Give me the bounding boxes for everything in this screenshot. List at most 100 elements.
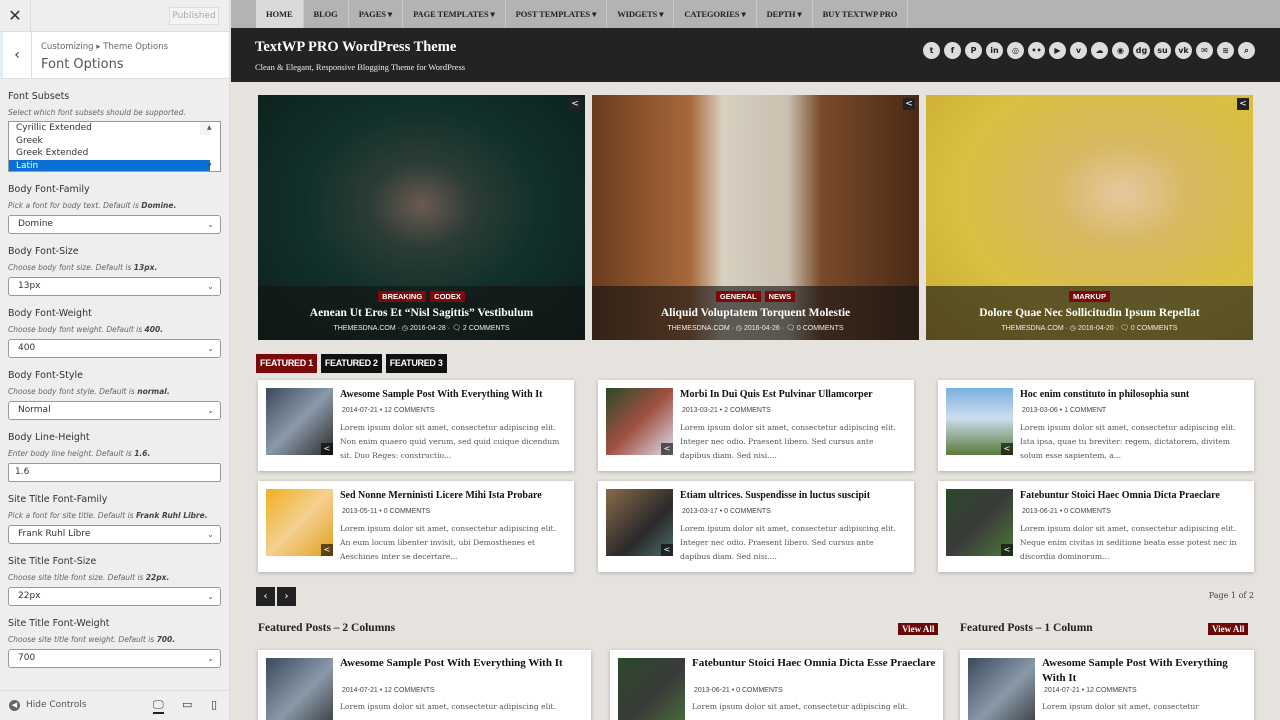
post-title[interactable]: Awesome Sample Post With Everything With…: [340, 389, 568, 400]
soundcloud-icon[interactable]: ☁: [1091, 41, 1108, 59]
nav-item[interactable]: WIDGETS ▾: [607, 0, 675, 28]
tab-featured-2[interactable]: FEATURED 2: [320, 354, 382, 373]
vimeo-icon[interactable]: v: [1070, 41, 1087, 59]
author[interactable]: THEMESDNA.COM: [333, 325, 395, 332]
close-icon[interactable]: ✕: [0, 0, 31, 32]
share-icon[interactable]: <: [321, 443, 333, 455]
post-title[interactable]: Awesome Sample Post With Everything With…: [1042, 656, 1248, 686]
tablet-preview-icon[interactable]: ▭: [182, 698, 192, 711]
post-title[interactable]: Etiam ultrices. Suspendisse in luctus su…: [680, 490, 908, 501]
github-icon[interactable]: ◉: [1112, 41, 1129, 59]
nav-item[interactable]: CATEGORIES ▾: [674, 0, 757, 28]
share-icon[interactable]: <: [661, 544, 673, 556]
post-comments[interactable]: 2 COMMENTS: [724, 407, 771, 414]
pinterest-icon[interactable]: P: [965, 41, 982, 59]
post-comments[interactable]: 12 COMMENTS: [384, 687, 435, 694]
post-title[interactable]: Sed Nonne Merninisti Licere Mihi Ista Pr…: [340, 490, 568, 501]
post-thumbnail[interactable]: <: [968, 658, 1035, 720]
nav-item[interactable]: POST TEMPLATES ▾: [506, 0, 608, 28]
post-comments[interactable]: 0 COMMENTS: [384, 508, 431, 515]
category-badge[interactable]: MARKUP: [1069, 291, 1110, 302]
mobile-preview-icon[interactable]: ▯: [211, 698, 217, 711]
site-title[interactable]: TextWP PRO WordPress Theme: [255, 38, 465, 56]
listbox-scrollbar[interactable]: ▲ ▼: [200, 122, 212, 169]
youtube-icon[interactable]: ▶: [1049, 41, 1066, 59]
share-icon[interactable]: <: [569, 98, 581, 110]
share-icon[interactable]: <: [1001, 443, 1013, 455]
post-thumbnail[interactable]: <: [606, 388, 673, 455]
slide-title[interactable]: Dolore Quae Nec Sollicitudin Ipsum Repel…: [926, 307, 1253, 319]
share-icon[interactable]: <: [1237, 98, 1249, 110]
nav-item[interactable]: DEPTH ▾: [757, 0, 813, 28]
vk-icon[interactable]: vk: [1175, 41, 1192, 59]
post-thumbnail[interactable]: <: [618, 658, 685, 720]
nav-item[interactable]: PAGES ▾: [349, 0, 404, 28]
post-title[interactable]: Awesome Sample Post With Everything With…: [340, 656, 585, 671]
category-badge[interactable]: BREAKING: [378, 291, 427, 302]
post-comments[interactable]: 0 COMMENTS: [1064, 508, 1111, 515]
post-thumbnail[interactable]: <: [266, 658, 333, 720]
listbox-option-selected[interactable]: Latin: [9, 160, 210, 171]
font-select[interactable]: Frank Ruhl Libre ⌄: [8, 525, 221, 544]
font-select[interactable]: Normal ⌄: [8, 401, 221, 420]
post-thumbnail[interactable]: <: [946, 388, 1013, 455]
nav-item[interactable]: PAGE TEMPLATES ▾: [403, 0, 506, 28]
published-button[interactable]: Published: [169, 7, 219, 25]
listbox-option[interactable]: Greek Extended: [9, 147, 210, 160]
stumbleupon-icon[interactable]: su: [1154, 41, 1171, 59]
font-select[interactable]: 700 ⌄: [8, 649, 221, 668]
prev-button[interactable]: ‹: [256, 587, 275, 606]
category-badge[interactable]: GENERAL: [715, 291, 761, 302]
line-height-input[interactable]: 1.6: [8, 463, 221, 482]
slide[interactable]: < MARKUP Dolore Quae Nec Sollicitudin Ipsu…: [926, 95, 1253, 340]
tab-featured-1[interactable]: FEATURED 1: [256, 354, 317, 373]
post-title[interactable]: Fatebuntur Stoici Haec Omnia Dicta Esse …: [692, 656, 937, 671]
comments[interactable]: 0 COMMENTS: [797, 325, 844, 332]
slide-title[interactable]: Aenean Ut Eros Et “Nisl Sagittis” Vestib…: [258, 307, 585, 319]
listbox-option[interactable]: Cyrillic Extended: [9, 122, 210, 135]
email-icon[interactable]: ✉: [1196, 41, 1213, 59]
digg-icon[interactable]: dg: [1133, 41, 1150, 59]
comments[interactable]: 0 COMMENTS: [1131, 325, 1178, 332]
twitter-icon[interactable]: t: [923, 41, 940, 59]
share-icon[interactable]: <: [321, 544, 333, 556]
share-icon[interactable]: <: [661, 443, 673, 455]
post-comments[interactable]: 12 COMMENTS: [384, 407, 435, 414]
post-thumbnail[interactable]: <: [606, 489, 673, 556]
next-button[interactable]: ›: [277, 587, 296, 606]
nav-item[interactable]: BLOG: [304, 0, 349, 28]
slide[interactable]: < BREAKING CODEX Aenean Ut Eros Et “Nisl Sa…: [258, 95, 585, 340]
view-all-button[interactable]: View All: [1208, 623, 1249, 635]
tab-featured-3[interactable]: FEATURED 3: [385, 354, 447, 373]
font-subsets-listbox[interactable]: Cyrillic Extended Greek Greek Extended L…: [8, 121, 221, 172]
post-comments[interactable]: 0 COMMENTS: [736, 687, 783, 694]
post-title[interactable]: Fatebuntur Stoici Haec Omnia Dicta Praec…: [1020, 490, 1248, 501]
font-select[interactable]: 13px ⌄: [8, 277, 221, 296]
hide-controls-button[interactable]: ◀ Hide Controls: [9, 700, 87, 711]
post-comments[interactable]: 1 COMMENT: [1064, 407, 1106, 414]
share-icon[interactable]: <: [1001, 544, 1013, 556]
rss-icon[interactable]: ≋: [1217, 41, 1234, 59]
font-select[interactable]: Domine ⌄: [8, 215, 221, 234]
instagram-icon[interactable]: ◎: [1007, 41, 1024, 59]
post-comments[interactable]: 0 COMMENTS: [724, 508, 771, 515]
desktop-preview-icon[interactable]: 🖵: [153, 698, 164, 714]
post-thumbnail[interactable]: <: [946, 489, 1013, 556]
slide-title[interactable]: Aliquid Voluptatem Torquent Molestie: [592, 307, 919, 319]
author[interactable]: THEMESDNA.COM: [1001, 325, 1063, 332]
linkedin-icon[interactable]: in: [986, 41, 1003, 59]
post-comments[interactable]: 12 COMMENTS: [1086, 687, 1137, 694]
comments[interactable]: 2 COMMENTS: [463, 325, 510, 332]
listbox-option[interactable]: Greek: [9, 135, 210, 148]
author[interactable]: THEMESDNA.COM: [667, 325, 729, 332]
post-thumbnail[interactable]: <: [266, 388, 333, 455]
post-thumbnail[interactable]: <: [266, 489, 333, 556]
nav-item[interactable]: BUY TEXTWP PRO: [813, 0, 909, 28]
nav-item[interactable]: HOME: [256, 0, 304, 28]
post-title[interactable]: Morbi In Dui Quis Est Pulvinar Ullamcorp…: [680, 389, 908, 400]
facebook-icon[interactable]: f: [944, 41, 961, 59]
font-select[interactable]: 400 ⌄: [8, 339, 221, 358]
category-badge[interactable]: NEWS: [764, 291, 796, 302]
view-all-button[interactable]: View All: [898, 623, 939, 635]
font-select[interactable]: 22px ⌄: [8, 587, 221, 606]
